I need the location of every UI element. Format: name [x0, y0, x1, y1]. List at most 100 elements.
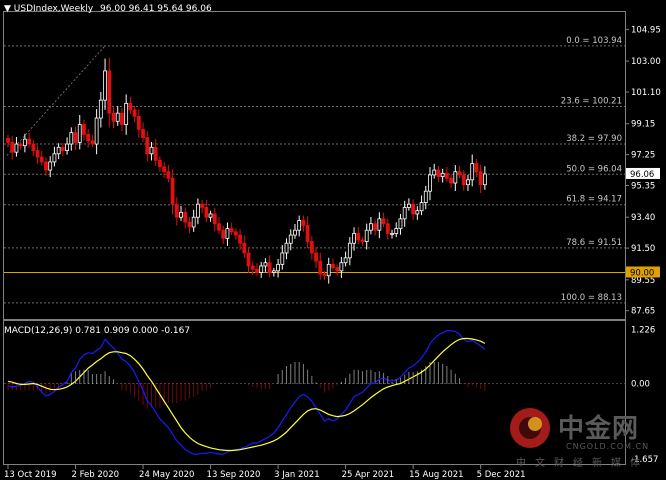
candle-body — [259, 265, 264, 273]
candle-body — [35, 150, 40, 158]
candle-body — [385, 223, 390, 234]
candle-body — [82, 124, 86, 135]
current-price-label: 96.06 — [630, 170, 654, 180]
fib-trend-line — [6, 45, 106, 156]
fib-level-label: 0.0 = 103.94 — [566, 36, 622, 46]
candle-body — [208, 213, 213, 218]
collapse-triangle-icon[interactable]: ▼ — [4, 4, 11, 14]
candle-body — [470, 163, 475, 181]
candle-body — [436, 169, 441, 177]
candle-body — [263, 262, 268, 267]
candle-body — [466, 179, 470, 186]
candle-body — [158, 159, 162, 168]
candle-body — [44, 161, 48, 171]
candle-body — [461, 174, 466, 186]
candle-body — [339, 262, 344, 272]
candle-body — [457, 171, 462, 176]
candle-body — [482, 173, 487, 186]
macd-line — [7, 330, 486, 455]
candle-body — [246, 252, 251, 267]
candle-body — [390, 233, 394, 235]
candle-body — [145, 137, 150, 155]
candle-body — [271, 270, 276, 273]
candle-body — [115, 112, 120, 122]
candle-body — [98, 99, 103, 119]
y-tick-label: 103.00 — [631, 57, 661, 67]
candle-body — [474, 163, 479, 173]
level-90-label: 90.00 — [630, 268, 654, 278]
macd-header: MACD(12,26,9) 0.781 0.909 0.000 -0.167 — [4, 326, 191, 336]
candle-body — [444, 172, 449, 179]
candle-body — [326, 263, 331, 277]
fib-level-label: 50.0 = 96.04 — [566, 164, 622, 174]
candle-body — [406, 203, 411, 208]
candle-body — [335, 267, 340, 272]
watermark-url: CNGOLD.COM.CN — [566, 442, 650, 451]
symbol-label: USDIndex,Weekly — [13, 4, 94, 14]
candle-body — [212, 213, 217, 225]
candle-body — [440, 172, 445, 177]
fib-level-label: 61.8 = 94.17 — [566, 195, 622, 205]
candle-body — [356, 233, 361, 241]
candle-body — [170, 177, 175, 205]
candle-body — [284, 242, 289, 254]
y-tick-label: 104.95 — [631, 25, 661, 35]
candle-body — [453, 171, 458, 184]
candle-body — [373, 223, 378, 231]
candle-body — [369, 223, 373, 231]
candle-body — [242, 242, 247, 254]
fib-level-label: 100.0 = 88.13 — [561, 293, 622, 303]
x-tick-label: 15 Aug 2021 — [409, 470, 463, 480]
y-tick-label: 97.25 — [631, 151, 655, 161]
ohlc-values: 96.00 96.41 95.64 96.06 — [100, 4, 212, 14]
candle-body — [141, 129, 145, 138]
candle-body — [309, 241, 314, 254]
candle-body — [314, 252, 318, 262]
fibonacci-levels: 0.0 = 103.94 23.6 = 100.21 38.2 = 97.90 50.… — [4, 36, 625, 304]
candle-body — [250, 265, 255, 270]
candle-body — [423, 190, 428, 203]
candle-body — [347, 242, 352, 259]
candle-body — [107, 70, 112, 114]
candle-body — [10, 142, 15, 153]
fib-level-label: 78.6 = 91.51 — [566, 238, 622, 248]
candle-body — [90, 140, 95, 145]
candle-body — [305, 224, 310, 242]
x-tick-label: 25 Apr 2021 — [342, 470, 395, 480]
candle-body — [449, 177, 454, 184]
candle-body — [111, 112, 116, 122]
candle-body — [419, 202, 424, 212]
candle-body — [233, 231, 238, 236]
candle-body — [229, 228, 234, 233]
candle-body — [31, 143, 36, 151]
candle-body — [94, 117, 99, 145]
candle-body — [255, 268, 259, 273]
candle-body — [297, 220, 302, 231]
candle-body — [187, 221, 192, 228]
candle-body — [204, 207, 209, 218]
candle-body — [394, 228, 399, 234]
candle-body — [132, 109, 137, 117]
macd-label-top: 1.226 — [631, 325, 655, 335]
candle-body — [238, 234, 243, 244]
candle-body — [402, 207, 407, 220]
candle-body — [280, 252, 285, 265]
watermark: 中金网 CNGOLD.COM.CN 中文财经新媒体 — [508, 406, 666, 472]
candle-body — [69, 132, 74, 145]
candle-body — [322, 273, 327, 277]
candle-body — [124, 103, 129, 125]
y-tick-label: 101.10 — [631, 88, 661, 98]
candle-body — [48, 161, 53, 171]
candle-body — [478, 171, 483, 186]
candle-body — [415, 210, 420, 215]
candle-body — [18, 143, 23, 147]
x-tick-label: 2 Feb 2020 — [72, 470, 120, 480]
candle-body — [191, 216, 196, 228]
candle-body — [221, 229, 226, 239]
candle-body — [60, 146, 65, 151]
candle-body — [179, 211, 183, 218]
candle-body — [103, 70, 107, 101]
candle-body — [39, 156, 44, 163]
candle-body — [411, 203, 416, 215]
candle-body — [343, 257, 348, 264]
